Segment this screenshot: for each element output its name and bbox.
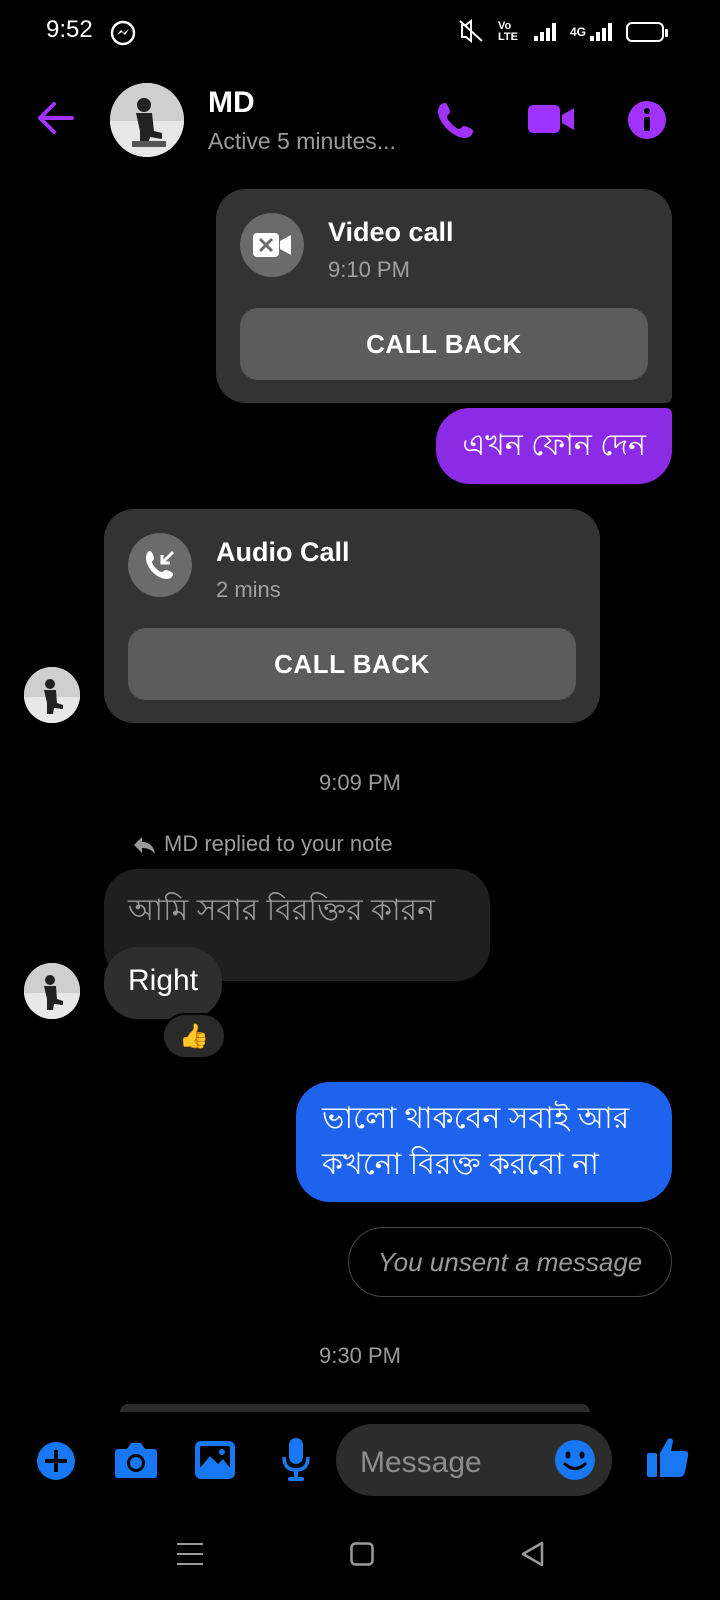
video-call-icon[interactable] (527, 104, 575, 139)
unsent-message-text: You unsent a message (377, 1246, 643, 1277)
reaction-badge[interactable]: 👍 (162, 1013, 226, 1059)
contact-avatar[interactable] (110, 83, 184, 157)
audio-call-duration: 2 mins (216, 577, 281, 602)
signal-2-icon (590, 23, 612, 41)
audio-call-card: Audio Call 2 mins CALL BACK (104, 509, 600, 723)
unsent-message-bubble[interactable]: You unsent a message (348, 1227, 672, 1297)
reply-arrow-icon (132, 835, 156, 860)
home-button-icon[interactable] (350, 1542, 374, 1571)
messenger-notification-icon (110, 20, 136, 51)
back-button-icon[interactable] (520, 1541, 544, 1572)
video-call-title: Video call (328, 217, 454, 247)
contact-name[interactable]: MD (208, 86, 255, 120)
volte-label: Vo LTE (497, 20, 518, 43)
next-message-edge (120, 1404, 590, 1412)
contact-avatar-small (24, 667, 80, 723)
contact-avatar-small (24, 963, 80, 1019)
mute-icon (458, 18, 484, 46)
battery-icon (626, 22, 668, 42)
emoji-icon[interactable] (554, 1439, 596, 1486)
info-icon[interactable] (627, 100, 667, 145)
signal-1-icon (533, 23, 556, 41)
incoming-call-icon (128, 533, 192, 597)
status-time: 9:52 (46, 16, 93, 43)
message-input-placeholder: Message (360, 1446, 482, 1479)
sent-message-bubble[interactable]: এখন ফোন দেন (436, 408, 672, 484)
received-message-bubble[interactable]: Right (104, 947, 223, 1019)
status-icons: Vo LTE 4G (458, 18, 668, 46)
thumbs-up-reaction: 👍 (179, 1022, 209, 1050)
quoted-note-text: আমি সবার বিরক্তির কারন (128, 894, 436, 927)
sent-message-line: ভালো থাকবেন সবাই আর (322, 1102, 630, 1135)
video-call-missed-icon (240, 213, 304, 277)
microphone-icon[interactable] (281, 1437, 311, 1486)
sent-message-line: কখনো বিরক্ত করবো না (322, 1148, 599, 1181)
contact-active-status: Active 5 minutes... (208, 128, 396, 154)
back-arrow-icon[interactable] (36, 100, 76, 141)
video-call-back-button[interactable]: CALL BACK (240, 308, 648, 380)
add-more-icon[interactable] (36, 1441, 76, 1486)
video-call-time: 9:10 PM (328, 257, 410, 282)
network-label: 4G (569, 25, 586, 39)
gallery-icon[interactable] (194, 1440, 236, 1485)
phone-call-icon[interactable] (436, 100, 476, 145)
timestamp-divider: 9:09 PM (319, 770, 401, 795)
audio-call-title: Audio Call (216, 537, 350, 567)
camera-icon[interactable] (114, 1441, 158, 1484)
audio-call-back-button[interactable]: CALL BACK (128, 628, 576, 700)
video-call-card: Video call 9:10 PM CALL BACK (216, 189, 672, 403)
recents-menu-icon[interactable] (177, 1542, 203, 1571)
sent-message-bubble[interactable]: ভালো থাকবেন সবাই আর কখনো বিরক্ত করবো না (296, 1082, 672, 1202)
reply-note-label: MD replied to your note (164, 831, 393, 856)
timestamp-divider: 9:30 PM (319, 1343, 401, 1368)
thumbs-up-send-icon[interactable] (646, 1435, 690, 1484)
